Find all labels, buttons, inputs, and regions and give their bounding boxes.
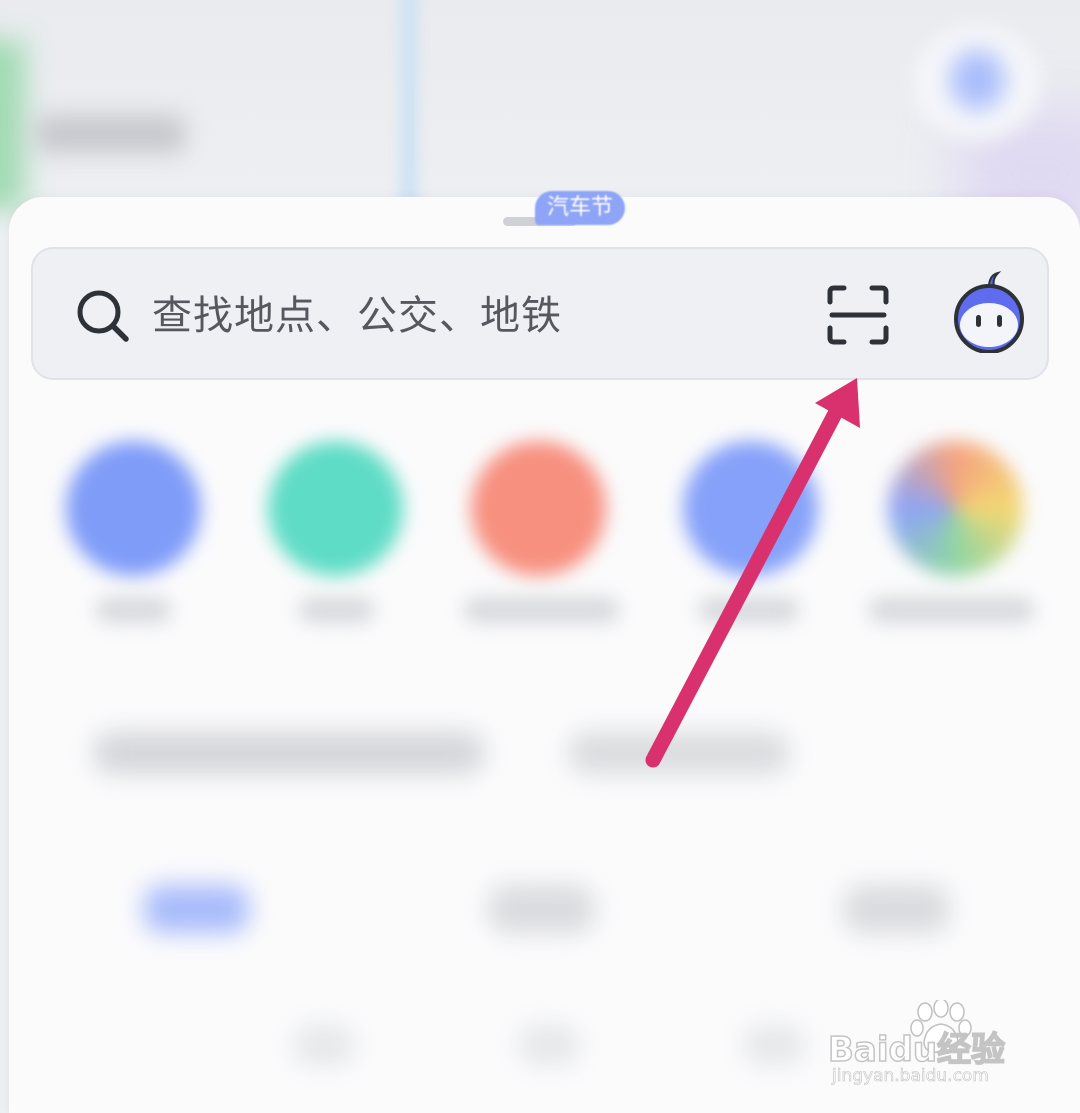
watermark-brand: Baidu经验 bbox=[827, 1029, 1006, 1071]
tab-item[interactable] bbox=[489, 885, 594, 933]
search-input[interactable]: 查找地点、公交、地铁 bbox=[152, 291, 562, 341]
search-icon bbox=[77, 290, 129, 342]
quick-entry-3[interactable] bbox=[471, 441, 606, 576]
info-line bbox=[569, 732, 789, 774]
map-park-area bbox=[0, 40, 25, 210]
list-item bbox=[294, 1025, 354, 1065]
list-item bbox=[519, 1025, 579, 1065]
watermark-url: jingyan.baidu.com bbox=[832, 1066, 989, 1087]
quick-entry-4[interactable] bbox=[683, 441, 818, 576]
tab-item[interactable] bbox=[144, 885, 249, 933]
quick-entry-row bbox=[9, 437, 1080, 637]
quick-entry-2[interactable] bbox=[268, 441, 403, 576]
promo-badge: 汽车节 bbox=[535, 191, 626, 225]
quick-entry-label bbox=[464, 597, 619, 623]
quick-entry-label bbox=[299, 597, 374, 623]
info-line bbox=[94, 732, 484, 774]
quick-entry-1[interactable] bbox=[66, 441, 201, 576]
quick-entry-label bbox=[96, 597, 171, 623]
quick-entry-5[interactable] bbox=[888, 441, 1023, 576]
tab-item[interactable] bbox=[844, 885, 949, 933]
quick-entry-label bbox=[699, 597, 799, 623]
watermark: Baidu经验 jingyan.baidu.com bbox=[826, 1000, 1026, 1100]
quick-entry-label bbox=[869, 597, 1034, 623]
map-road bbox=[400, 0, 418, 230]
assistant-icon[interactable] bbox=[950, 271, 1028, 353]
bottom-sheet: 查找地点、公交、地铁 bbox=[9, 197, 1080, 1113]
scan-icon[interactable] bbox=[826, 284, 890, 346]
map-place-label bbox=[35, 115, 185, 153]
location-dot-icon bbox=[950, 50, 1005, 110]
search-bar[interactable]: 查找地点、公交、地铁 bbox=[31, 247, 1049, 380]
list-item bbox=[744, 1025, 804, 1065]
